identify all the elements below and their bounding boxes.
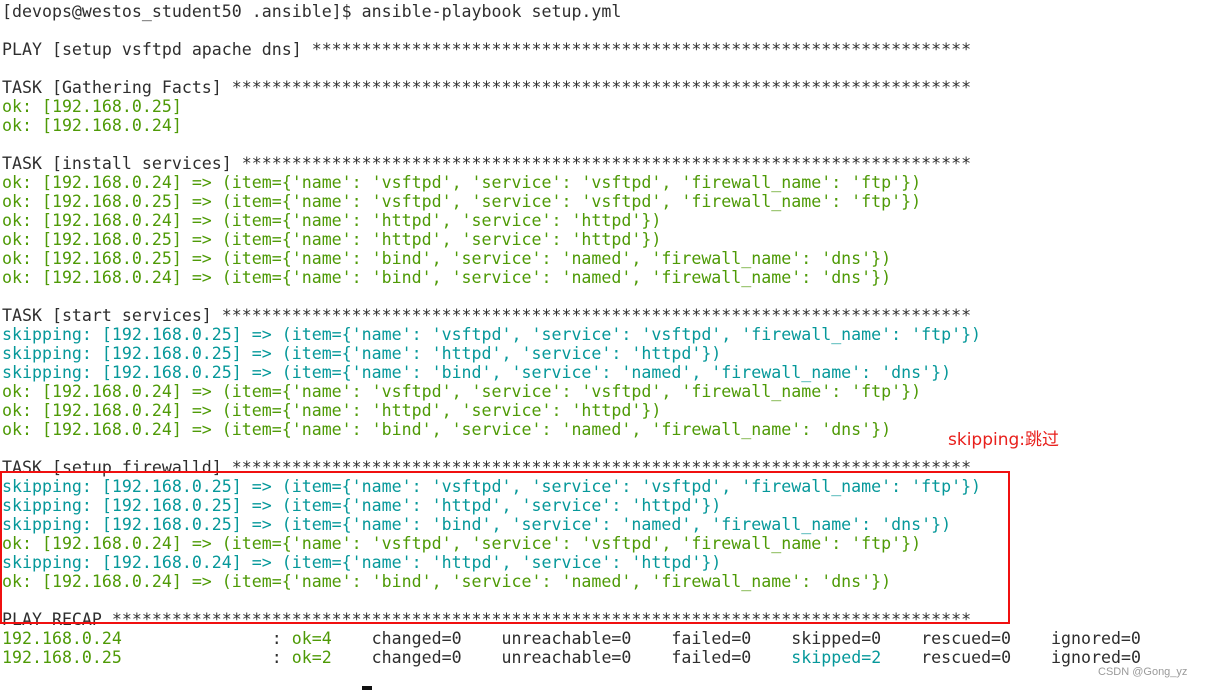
terminal-text: :	[121, 648, 292, 667]
terminal-line: ok: [192.168.0.25]	[2, 97, 1141, 116]
terminal-text: ok: [192.168.0.24] => (item={'name': 'vs…	[2, 173, 922, 192]
terminal-line: TASK [start services] ******************…	[2, 306, 1141, 325]
terminal-line: [devops@westos_student50 .ansible]$ ansi…	[2, 2, 1141, 21]
terminal-text: skipped=2	[791, 648, 882, 667]
terminal-text: skipping: [192.168.0.25] => (item={'name…	[2, 325, 982, 344]
terminal-cursor	[362, 686, 372, 690]
terminal-line: ok: [192.168.0.24]	[2, 116, 1141, 135]
terminal-line: skipping: [192.168.0.25] => (item={'name…	[2, 344, 1141, 363]
terminal-text: ok: [192.168.0.24] => (item={'name': 'bi…	[2, 420, 892, 439]
terminal-line: 192.168.0.25 : ok=2 changed=0 unreachabl…	[2, 648, 1141, 667]
watermark: CSDN @Gong_yz	[1098, 666, 1188, 678]
terminal-text: ok: [192.168.0.24]	[2, 116, 182, 135]
terminal-text: TASK [start services] ******************…	[2, 306, 972, 325]
terminal-line: ok: [192.168.0.24] => (item={'name': 'ht…	[2, 211, 1141, 230]
terminal-text: TASK [install services] ****************…	[2, 154, 972, 173]
terminal-line: skipping: [192.168.0.25] => (item={'name…	[2, 363, 1141, 382]
terminal-text: ok: [192.168.0.25]	[2, 97, 182, 116]
terminal-line: ok: [192.168.0.25] => (item={'name': 'ht…	[2, 230, 1141, 249]
terminal-line: ok: [192.168.0.25] => (item={'name': 'vs…	[2, 192, 1141, 211]
terminal-text: changed=0 unreachable=0 failed=0 skipped…	[331, 629, 1141, 648]
terminal-line: ok: [192.168.0.24] => (item={'name': 'vs…	[2, 173, 1141, 192]
terminal-line: PLAY [setup vsftpd apache dns] *********…	[2, 40, 1141, 59]
terminal-line: TASK [Gathering Facts] *****************…	[2, 78, 1141, 97]
terminal-text: ok: [192.168.0.25] => (item={'name': 'ht…	[2, 230, 662, 249]
terminal-text: skipping: [192.168.0.25] => (item={'name…	[2, 344, 722, 363]
terminal-text: ok: [192.168.0.24] => (item={'name': 'vs…	[2, 382, 922, 401]
terminal-text: changed=0 unreachable=0 failed=0	[331, 648, 792, 667]
terminal-text: :	[121, 629, 292, 648]
terminal-line: skipping: [192.168.0.25] => (item={'name…	[2, 325, 1141, 344]
terminal-line: ok: [192.168.0.24] => (item={'name': 'bi…	[2, 268, 1141, 287]
terminal-text: ok: [192.168.0.25] => (item={'name': 'vs…	[2, 192, 922, 211]
terminal-text: TASK [Gathering Facts] *****************…	[2, 78, 972, 97]
terminal-text: 192.168.0.25	[2, 648, 122, 667]
terminal-text: ok: [192.168.0.25] => (item={'name': 'bi…	[2, 249, 892, 268]
terminal-text: ok: [192.168.0.24] => (item={'name': 'bi…	[2, 268, 892, 287]
terminal-line: TASK [install services] ****************…	[2, 154, 1141, 173]
terminal-text: skipping: [192.168.0.25] => (item={'name…	[2, 363, 952, 382]
annotation-label: skipping:跳过	[948, 430, 1060, 450]
terminal-text: ok: [192.168.0.24] => (item={'name': 'ht…	[2, 211, 662, 230]
terminal-text: [devops@westos_student50 .ansible]$ ansi…	[2, 2, 622, 21]
terminal-text: ok=4	[291, 629, 332, 648]
terminal-text: PLAY [setup vsftpd apache dns] *********…	[2, 40, 972, 59]
terminal-text: ok=2	[291, 648, 332, 667]
terminal-line: ok: [192.168.0.24] => (item={'name': 'ht…	[2, 401, 1141, 420]
terminal-text: 192.168.0.24	[2, 629, 122, 648]
highlight-box	[0, 471, 1010, 624]
terminal-line: 192.168.0.24 : ok=4 changed=0 unreachabl…	[2, 629, 1141, 648]
terminal-line: ok: [192.168.0.24] => (item={'name': 'vs…	[2, 382, 1141, 401]
terminal-text: ok: [192.168.0.24] => (item={'name': 'ht…	[2, 401, 662, 420]
terminal-line: ok: [192.168.0.25] => (item={'name': 'bi…	[2, 249, 1141, 268]
terminal-text: rescued=0 ignored=0	[881, 648, 1141, 667]
